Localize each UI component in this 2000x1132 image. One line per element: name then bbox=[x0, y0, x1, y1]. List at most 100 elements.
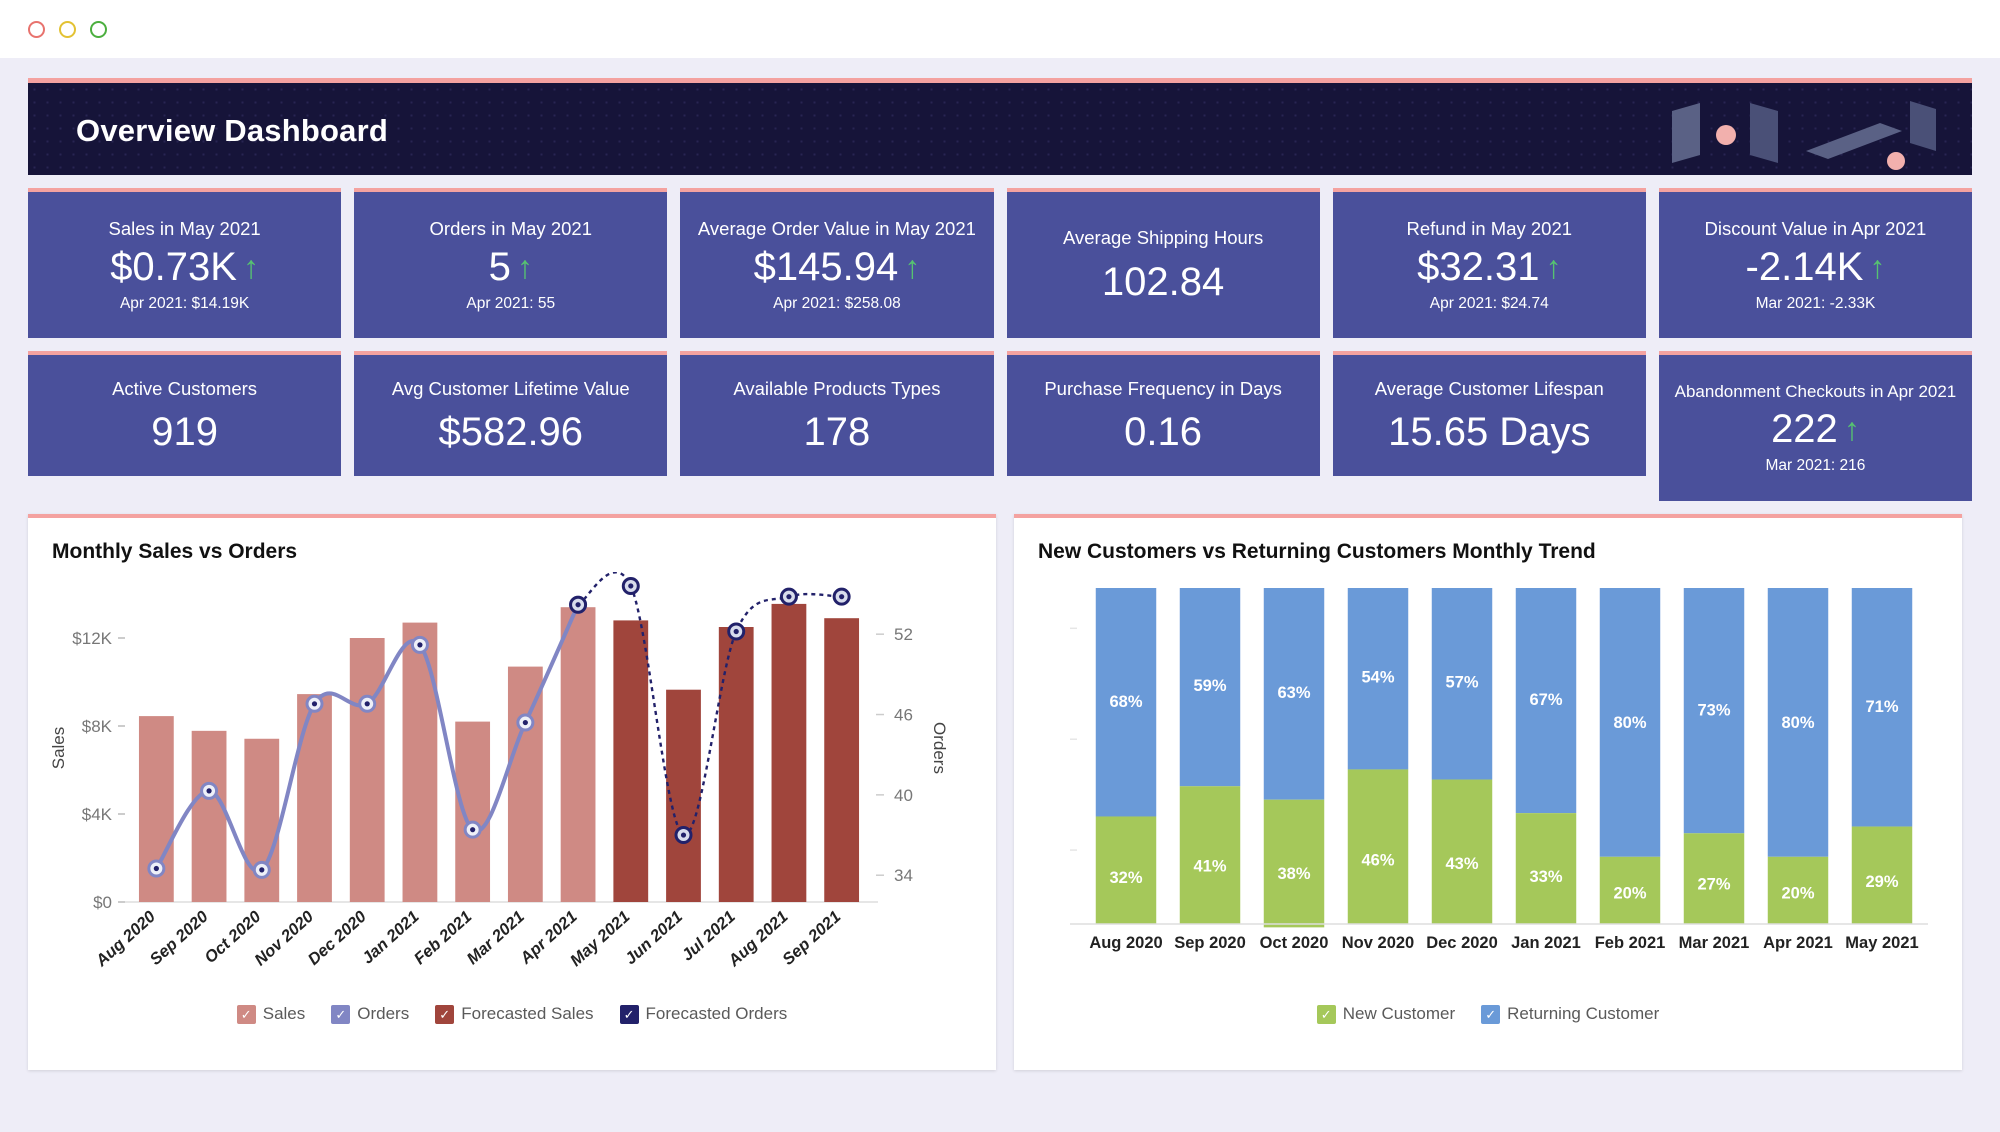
svg-text:Oct 2020: Oct 2020 bbox=[1260, 934, 1329, 952]
svg-text:43%: 43% bbox=[1445, 855, 1478, 873]
svg-text:$12K: $12K bbox=[72, 629, 112, 648]
svg-text:Feb 2021: Feb 2021 bbox=[411, 908, 476, 969]
svg-text:54%: 54% bbox=[1361, 668, 1394, 686]
kpi-card-orders[interactable]: Orders in May 2021 5 ↑ Apr 2021: 55 bbox=[354, 188, 668, 338]
svg-text:Feb 2021: Feb 2021 bbox=[1595, 934, 1666, 952]
kpi-card-abandonment-checkouts[interactable]: Abandonment Checkouts in Apr 2021 222 ↑ … bbox=[1658, 351, 1973, 501]
legend-checkbox[interactable]: ✓ bbox=[1316, 1004, 1336, 1024]
chart-card-new-vs-returning-customers: New Customers vs Returning Customers Mon… bbox=[1014, 514, 1962, 1070]
svg-text:20%: 20% bbox=[1781, 884, 1814, 902]
svg-text:57%: 57% bbox=[1445, 674, 1478, 692]
legend-item[interactable]: ✓ Sales bbox=[236, 1004, 305, 1024]
kpi-value-wrap: $145.94 ↑ bbox=[754, 245, 921, 289]
kpi-title: Average Order Value in May 2021 bbox=[697, 218, 976, 240]
kpi-value: 222 bbox=[1771, 406, 1838, 451]
legend-label: Forecasted Orders bbox=[645, 1004, 788, 1023]
legend-label: Forecasted Sales bbox=[461, 1004, 594, 1023]
svg-text:Nov 2020: Nov 2020 bbox=[1342, 934, 1414, 952]
bar bbox=[349, 638, 385, 902]
legend-item[interactable]: ✓ Orders bbox=[331, 1004, 409, 1024]
stack-segment-new bbox=[1263, 799, 1325, 928]
kpi-title: Abandonment Checkouts in Apr 2021 bbox=[1674, 382, 1957, 402]
svg-text:Sep 2020: Sep 2020 bbox=[147, 907, 213, 969]
svg-text:52: 52 bbox=[894, 625, 913, 644]
legend-label: Returning Customer bbox=[1507, 1004, 1660, 1023]
bar bbox=[297, 694, 332, 902]
kpi-card-average-order-value[interactable]: Average Order Value in May 2021 $145.94 … bbox=[680, 188, 994, 338]
kpi-card-available-products-types[interactable]: Available Products Types 178 bbox=[680, 351, 994, 476]
bar bbox=[666, 689, 701, 902]
brand-logo-icon bbox=[1672, 101, 1936, 170]
svg-text:Aug 2020: Aug 2020 bbox=[1089, 934, 1162, 952]
kpi-value-wrap: 15.65 Days bbox=[1388, 410, 1590, 454]
svg-text:33%: 33% bbox=[1529, 868, 1562, 886]
svg-text:40: 40 bbox=[894, 786, 913, 805]
bar bbox=[455, 721, 491, 902]
legend-label: New Customer bbox=[1342, 1004, 1456, 1023]
stack-segment-new bbox=[1347, 769, 1409, 924]
legend-checkbox[interactable]: ✓ bbox=[1481, 1004, 1501, 1024]
chart-plot-area: 68% 32% 59% 41% 63% 38% 54% 46% 57% 43% 67% 33% 80% 2… bbox=[1014, 564, 1962, 1002]
close-dot[interactable] bbox=[28, 20, 45, 38]
kpi-subtext: Apr 2021: $24.74 bbox=[1429, 294, 1549, 312]
maximize-dot[interactable] bbox=[90, 20, 107, 38]
legend-checkbox[interactable]: ✓ bbox=[236, 1004, 256, 1024]
kpi-value: $145.94 bbox=[753, 244, 899, 289]
kpi-value: $582.96 bbox=[438, 410, 584, 455]
kpi-value-wrap: 102.84 bbox=[1102, 260, 1224, 304]
legend-item[interactable]: ✓ Returning Customer bbox=[1481, 1004, 1659, 1024]
svg-text:73%: 73% bbox=[1697, 702, 1730, 720]
kpi-title: Orders in May 2021 bbox=[429, 218, 592, 240]
kpi-title: Discount Value in Apr 2021 bbox=[1704, 218, 1927, 240]
trend-up-icon: ↑ bbox=[1545, 248, 1562, 285]
kpi-card-active-customers[interactable]: Active Customers 919 bbox=[28, 351, 342, 476]
minimize-dot[interactable] bbox=[59, 20, 76, 38]
kpi-value-wrap: $32.31 ↑ bbox=[1417, 245, 1561, 289]
kpi-card-discount-value[interactable]: Discount Value in Apr 2021 -2.14K ↑ Mar … bbox=[1658, 188, 1973, 338]
svg-text:63%: 63% bbox=[1277, 684, 1310, 702]
svg-text:Jun 2021: Jun 2021 bbox=[622, 908, 687, 969]
trend-up-icon: ↑ bbox=[1869, 248, 1886, 285]
kpi-title: Sales in May 2021 bbox=[108, 218, 261, 240]
svg-text:68%: 68% bbox=[1109, 693, 1142, 711]
kpi-card-purchase-frequency[interactable]: Purchase Frequency in Days 0.16 bbox=[1006, 351, 1320, 476]
kpi-card-sales[interactable]: Sales in May 2021 $0.73K ↑ Apr 2021: $14… bbox=[28, 188, 342, 338]
legend-checkbox[interactable]: ✓ bbox=[435, 1004, 455, 1024]
bar bbox=[613, 620, 649, 902]
bar bbox=[560, 607, 596, 902]
bar bbox=[402, 622, 438, 902]
kpi-card-average-shipping-hours[interactable]: Average Shipping Hours 102.84 bbox=[1006, 188, 1320, 338]
kpi-title: Active Customers bbox=[112, 377, 258, 399]
kpi-title: Refund in May 2021 bbox=[1406, 218, 1573, 240]
stack-segment-new bbox=[1179, 786, 1241, 924]
legend-item[interactable]: ✓ Forecasted Orders bbox=[619, 1004, 788, 1024]
legend-checkbox[interactable]: ✓ bbox=[619, 1004, 639, 1024]
svg-text:71%: 71% bbox=[1865, 698, 1898, 716]
svg-text:Dec 2020: Dec 2020 bbox=[1426, 934, 1498, 952]
monthly-sales-vs-orders-svg[interactable]: $0$4K$8K$12K34404652Sales OrdersAug 2020S… bbox=[38, 572, 986, 1002]
svg-text:38%: 38% bbox=[1277, 865, 1310, 883]
kpi-title: Purchase Frequency in Days bbox=[1044, 377, 1282, 399]
legend-checkbox[interactable]: ✓ bbox=[331, 1004, 351, 1024]
dashboard-header: Overview Dashboard bbox=[28, 78, 1972, 175]
svg-text:Mar 2021: Mar 2021 bbox=[463, 908, 528, 969]
kpi-subtext: Mar 2021: 216 bbox=[1765, 456, 1866, 474]
chart-card-monthly-sales-vs-orders: Monthly Sales vs Orders $0 $4K $8K $12K 34 40… bbox=[28, 514, 996, 1070]
kpi-title: Avg Customer Lifetime Value bbox=[391, 377, 630, 399]
trend-up-icon: ↑ bbox=[242, 248, 259, 285]
kpi-card-avg-customer-lifetime-value[interactable]: Avg Customer Lifetime Value $582.96 bbox=[354, 351, 668, 476]
new-vs-returning-svg[interactable]: 68% 32% 59% 41% 63% 38% 54% 46% 57% 43% 67% 33% 80% 2… bbox=[1024, 572, 1952, 1002]
legend-item[interactable]: ✓ Forecasted Sales bbox=[435, 1004, 594, 1024]
kpi-title: Average Customer Lifespan bbox=[1374, 377, 1604, 399]
kpi-card-average-customer-lifespan[interactable]: Average Customer Lifespan 15.65 Days bbox=[1332, 351, 1646, 476]
svg-text:34: 34 bbox=[894, 866, 913, 885]
svg-text:32%: 32% bbox=[1109, 869, 1142, 887]
svg-text:27%: 27% bbox=[1697, 876, 1730, 894]
chart-title: Monthly Sales vs Orders bbox=[52, 540, 298, 563]
kpi-value: -2.14K bbox=[1745, 244, 1864, 289]
kpi-value-wrap: 0.16 bbox=[1124, 410, 1202, 454]
chart-legend: ✓ New Customer ✓ Returning Customer bbox=[1014, 1004, 1962, 1024]
kpi-row-secondary: Active Customers 919 Avg Customer Lifeti… bbox=[28, 351, 1973, 501]
kpi-card-refund[interactable]: Refund in May 2021 $32.31 ↑ Apr 2021: $2… bbox=[1332, 188, 1646, 338]
legend-item[interactable]: ✓ New Customer bbox=[1316, 1004, 1456, 1024]
